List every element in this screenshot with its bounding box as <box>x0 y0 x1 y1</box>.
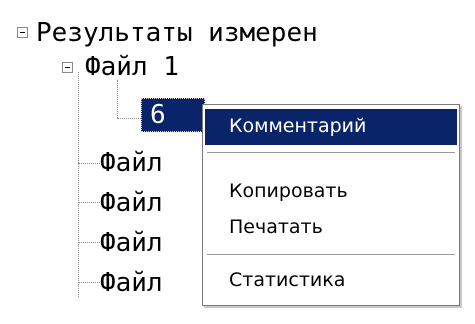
tree-node-file[interactable]: Файл <box>100 268 163 298</box>
menu-item-print[interactable]: Печатать <box>205 210 457 246</box>
tree-node-file[interactable]: Файл <box>100 188 163 218</box>
root-collapse-icon[interactable] <box>17 27 28 38</box>
tree-node-file[interactable]: Файл <box>100 228 163 258</box>
tree-node-file[interactable]: Файл <box>100 148 163 178</box>
tree-node-selected[interactable]: 6 <box>141 98 205 132</box>
menu-item-stats[interactable]: Статистика <box>205 263 457 299</box>
menu-separator <box>207 152 455 153</box>
tree-node-selected-label: 6 <box>150 100 166 130</box>
menu-item-copy[interactable]: Копировать <box>205 174 457 210</box>
tree-line <box>117 80 118 118</box>
tree-line <box>117 118 141 119</box>
tree-line <box>78 202 100 203</box>
menu-item-stats-label: Статистика <box>229 269 346 291</box>
tree-node-root[interactable]: Результаты измерен <box>36 18 318 48</box>
tree-line <box>78 163 100 164</box>
tree-line <box>78 242 100 243</box>
menu-item-copy-label: Копировать <box>229 180 348 202</box>
tree-line <box>78 72 79 297</box>
menu-item-print-label: Печатать <box>229 216 323 238</box>
menu-separator <box>207 254 455 255</box>
file1-collapse-icon[interactable] <box>62 62 73 73</box>
menu-item-comment[interactable]: Комментарий <box>205 109 457 145</box>
context-menu: Комментарий Копировать Печатать Статисти… <box>202 104 460 306</box>
tree-node-file1[interactable]: Файл 1 <box>85 52 179 82</box>
tree-line <box>78 282 100 283</box>
menu-item-comment-label: Комментарий <box>229 115 367 137</box>
